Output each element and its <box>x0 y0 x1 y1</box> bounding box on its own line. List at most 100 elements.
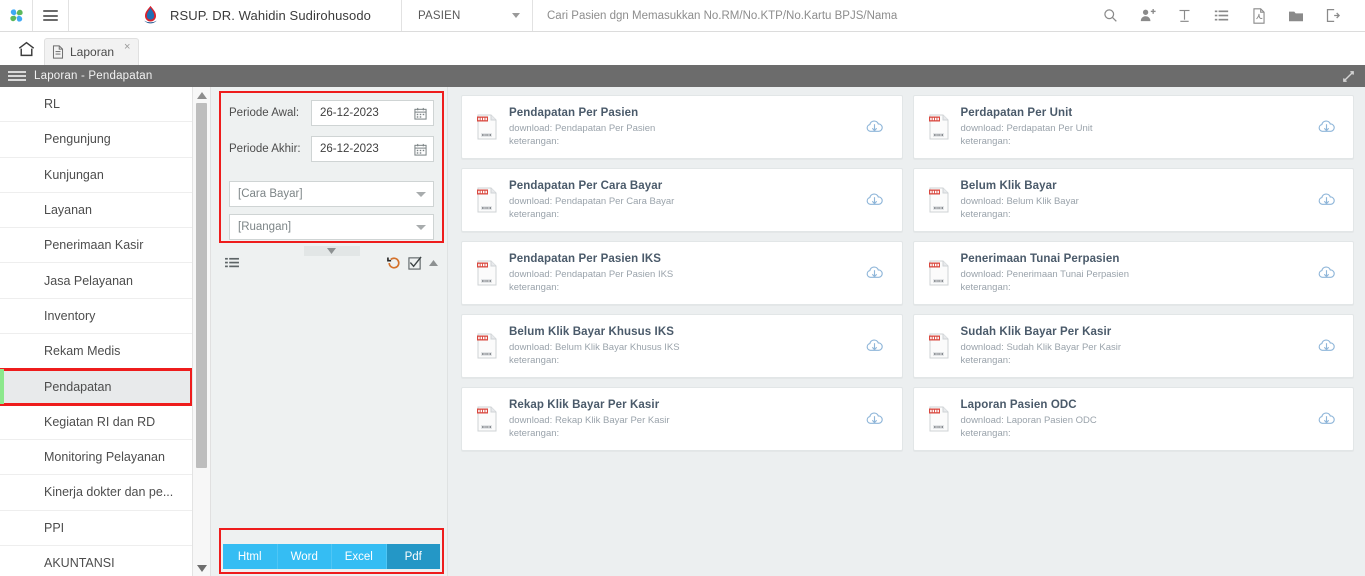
report-download-label: download: Belum Klik Bayar <box>960 195 1079 207</box>
filter-panel: Periode Awal: 26-12-2023 Periode Akhir: … <box>211 87 448 576</box>
report-card-text: Laporan Pasien ODC download: Laporan Pasi… <box>953 398 1314 440</box>
reports-column-left: Pendapatan Per Pasien download: Pendapata… <box>456 95 908 460</box>
periode-akhir-field[interactable]: 26-12-2023 <box>311 136 434 162</box>
report-document-icon <box>925 114 953 140</box>
sidebar-item-ppi[interactable]: PPI <box>0 511 192 546</box>
report-title: Belum Klik Bayar <box>960 179 1057 192</box>
main-menu-toggle[interactable] <box>33 0 69 31</box>
sidebar-item-monitoring-pelayanan[interactable]: Monitoring Pelayanan <box>0 440 192 476</box>
download-button[interactable] <box>862 338 888 355</box>
cloud-download-icon <box>866 265 883 278</box>
list-lines-icon[interactable] <box>225 257 239 270</box>
module-select[interactable]: PASIEN <box>402 0 533 31</box>
home-button[interactable] <box>8 32 44 65</box>
cloud-download-icon <box>866 192 883 205</box>
report-card[interactable]: Pendapatan Per Cara Bayar download: Penda… <box>461 168 903 232</box>
download-button[interactable] <box>1313 338 1339 355</box>
report-document-icon <box>473 406 501 432</box>
download-button[interactable] <box>862 265 888 282</box>
report-download-label: download: Belum Klik Bayar Khusus IKS <box>509 341 680 353</box>
calendar-icon[interactable] <box>414 143 427 156</box>
report-card[interactable]: Perdapatan Per Unit download: Perdapatan … <box>912 95 1354 159</box>
report-card[interactable]: Pendapatan Per Pasien IKS download: Penda… <box>461 241 903 305</box>
sidebar-item-penerimaan-kasir[interactable]: Penerimaan Kasir <box>0 228 192 264</box>
report-card-text: Perdapatan Per Unit download: Perdapatan … <box>953 106 1314 148</box>
sidebar-item-layanan[interactable]: Layanan <box>0 193 192 229</box>
sidebar-item-label: Penerimaan Kasir <box>44 238 144 253</box>
report-card[interactable]: Belum Klik Bayar download: Belum Klik Bay… <box>912 168 1354 232</box>
tab-laporan[interactable]: Laporan × <box>44 38 140 65</box>
checkbox-checked-icon[interactable] <box>408 256 422 270</box>
report-card[interactable]: Penerimaan Tunai Perpasien download: Pene… <box>912 241 1354 305</box>
global-search[interactable] <box>533 0 1092 31</box>
ruangan-select[interactable]: [Ruangan] <box>229 214 434 240</box>
cloud-download-icon <box>866 338 883 351</box>
download-button[interactable] <box>1313 411 1339 428</box>
search-icon[interactable] <box>1092 0 1129 32</box>
download-button[interactable] <box>862 411 888 428</box>
add-user-icon[interactable] <box>1129 0 1166 32</box>
document-icon <box>52 45 64 59</box>
reset-history-icon[interactable] <box>387 256 401 270</box>
periode-awal-field[interactable]: 26-12-2023 <box>311 100 434 126</box>
export-button-html[interactable]: Html <box>223 544 278 569</box>
periode-akhir-label: Periode Akhir: <box>229 143 301 155</box>
sidebar-item-rekam-medis[interactable]: Rekam Medis <box>0 334 192 370</box>
report-card-text: Belum Klik Bayar download: Belum Klik Bay… <box>953 179 1314 221</box>
report-card[interactable]: Rekap Klik Bayar Per Kasir download: Reka… <box>461 387 903 451</box>
sidebar-menu: RL Pengunjung Kunjungan Layanan Penerimaan K… <box>0 87 193 576</box>
sidebar-item-jasa-pelayanan[interactable]: Jasa Pelayanan <box>0 263 192 299</box>
chevron-up-icon[interactable] <box>429 260 438 266</box>
export-button-pdf[interactable]: Pdf <box>386 544 440 569</box>
download-button[interactable] <box>1313 192 1339 209</box>
download-button[interactable] <box>862 119 888 136</box>
sidebar-item-kinerja-dokter-dan-pe[interactable]: Kinerja dokter dan pe... <box>0 475 192 511</box>
search-input[interactable] <box>547 9 1092 22</box>
app-logo[interactable] <box>0 0 33 31</box>
cara-bayar-select[interactable]: [Cara Bayar] <box>229 181 434 207</box>
export-button-word[interactable]: Word <box>277 544 332 569</box>
scrollbar-thumb[interactable] <box>196 103 207 468</box>
tab-label: Laporan <box>70 45 115 59</box>
sidebar-item-rl[interactable]: RL <box>0 87 192 123</box>
export-button-excel[interactable]: Excel <box>332 544 387 569</box>
sidebar-scrollbar[interactable] <box>193 87 211 576</box>
report-keterangan-label: keterangan: <box>509 136 560 148</box>
pdf-file-icon[interactable] <box>1240 0 1277 32</box>
sidebar-item-kegiatan-ri-dan-rd[interactable]: Kegiatan RI dan RD <box>0 405 192 440</box>
download-button[interactable] <box>1313 119 1339 136</box>
chevron-down-icon <box>416 224 426 230</box>
sidebar-item-pendapatan[interactable]: Pendapatan <box>0 368 192 406</box>
text-tool-icon[interactable] <box>1166 0 1203 32</box>
download-button[interactable] <box>862 192 888 209</box>
reports-column-right: Perdapatan Per Unit download: Perdapatan … <box>908 95 1360 460</box>
report-card[interactable]: Pendapatan Per Pasien download: Pendapata… <box>461 95 903 159</box>
download-button[interactable] <box>1313 265 1339 282</box>
sidebar-item-label: Kunjungan <box>44 167 104 182</box>
report-download-label: download: Perdapatan Per Unit <box>960 122 1093 134</box>
report-card[interactable]: Sudah Klik Bayar Per Kasir download: Suda… <box>912 314 1354 378</box>
sidebar-item-akuntansi[interactable]: AKUNTANSI <box>0 546 192 576</box>
sidebar-item-label: Kegiatan RI dan RD <box>44 414 156 429</box>
breadcrumb-menu-icon[interactable] <box>8 69 26 84</box>
scrollbar-track[interactable] <box>193 103 210 560</box>
scroll-up-arrow-icon[interactable] <box>196 87 207 103</box>
expand-arrow-icon[interactable] <box>1342 70 1355 83</box>
report-card[interactable]: Laporan Pasien ODC download: Laporan Pasi… <box>912 387 1354 451</box>
calendar-icon[interactable] <box>414 107 427 120</box>
close-icon[interactable]: × <box>124 41 130 53</box>
report-download-label: download: Sudah Klik Bayar Per Kasir <box>960 341 1122 353</box>
report-document-icon <box>473 260 501 286</box>
report-card[interactable]: Belum Klik Bayar Khusus IKS download: Bel… <box>461 314 903 378</box>
report-keterangan-label: keterangan: <box>509 428 560 440</box>
periode-awal-label: Periode Awal: <box>229 107 300 119</box>
sidebar-item-label: Pendapatan <box>44 379 112 394</box>
logout-icon[interactable] <box>1314 0 1351 32</box>
list-icon[interactable] <box>1203 0 1240 32</box>
sidebar-item-pengunjung[interactable]: Pengunjung <box>0 122 192 158</box>
sidebar-item-inventory[interactable]: Inventory <box>0 299 192 335</box>
sidebar-item-kunjungan[interactable]: Kunjungan <box>0 158 192 193</box>
scroll-down-arrow-icon[interactable] <box>196 560 207 576</box>
export-buttons-group: Html Word Excel Pdf <box>219 528 444 574</box>
folder-icon[interactable] <box>1277 0 1314 32</box>
